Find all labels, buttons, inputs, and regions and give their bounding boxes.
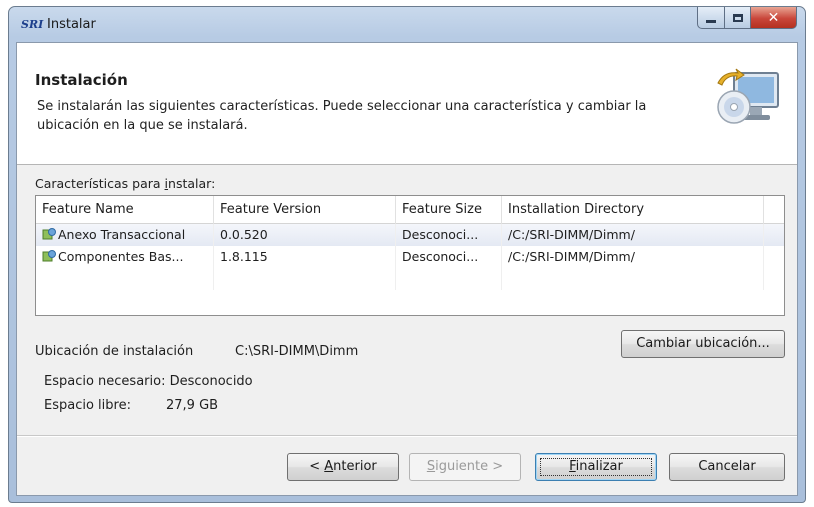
close-button[interactable]: ✕ xyxy=(751,7,797,29)
feature-directory-cell: /C:/SRI-DIMM/Dimm/ xyxy=(502,246,764,268)
window-controls: ✕ xyxy=(697,7,797,29)
column-header-installation-directory[interactable]: Installation Directory xyxy=(502,196,764,224)
minimize-icon xyxy=(706,20,716,23)
table-row-empty xyxy=(36,268,784,290)
column-header-feature-version[interactable]: Feature Version xyxy=(214,196,396,224)
page-description: Se instalarán las siguientes característ… xyxy=(37,99,647,133)
space-free-label: Espacio libre: xyxy=(44,398,131,413)
app-logo-icon: SRI xyxy=(21,18,44,31)
installer-computer-icon xyxy=(717,68,779,124)
feature-directory-cell: /C:/SRI-DIMM/Dimm/ xyxy=(502,224,764,246)
next-button[interactable]: Siguiente > xyxy=(409,453,521,481)
finish-button[interactable]: Finalizar xyxy=(535,453,657,481)
features-table[interactable]: Feature Name Feature Version Feature Siz… xyxy=(35,195,785,316)
page-title: Instalación xyxy=(35,71,128,89)
maximize-icon xyxy=(732,13,743,22)
column-header-feature-size[interactable]: Feature Size xyxy=(396,196,502,224)
feature-version-cell: 0.0.520 xyxy=(214,224,396,246)
feature-name-cell: Anexo Transaccional xyxy=(36,224,214,246)
installer-window: SRI Instalar ✕ Instalación Se instalarán… xyxy=(8,6,806,503)
column-header-feature-name[interactable]: Feature Name xyxy=(36,196,214,224)
space-needed-text: Espacio necesario: Desconocido xyxy=(44,374,253,389)
feature-package-icon xyxy=(42,228,56,240)
focus-rect xyxy=(540,458,652,476)
cancel-button[interactable]: Cancelar xyxy=(669,453,785,481)
header-banner: Instalación Se instalarán las siguientes… xyxy=(17,43,797,165)
install-location-value: C:\SRI-DIMM\Dimm xyxy=(235,344,359,359)
feature-size-cell: Desconoci... xyxy=(396,224,502,246)
window-title: Instalar xyxy=(47,17,96,32)
feature-version-cell: 1.8.115 xyxy=(214,246,396,268)
table-row[interactable]: Anexo Transaccional 0.0.520 Desconoci...… xyxy=(36,224,784,246)
minimize-button[interactable] xyxy=(697,7,725,29)
space-free-value: 27,9 GB xyxy=(166,398,219,413)
feature-name-cell: Componentes Bas... xyxy=(36,246,214,268)
maximize-button[interactable] xyxy=(725,7,751,29)
close-icon: ✕ xyxy=(767,9,780,26)
table-header: Feature Name Feature Version Feature Siz… xyxy=(36,196,784,224)
dialog-body: Instalación Se instalarán las siguientes… xyxy=(16,42,798,496)
install-location-label: Ubicación de instalación xyxy=(35,344,194,359)
features-list-label: Características para instalar: xyxy=(35,176,216,191)
footer-divider xyxy=(17,435,797,437)
feature-size-cell: Desconoci... xyxy=(396,246,502,268)
change-location-button[interactable]: Cambiar ubicación... xyxy=(621,330,785,358)
feature-package-icon xyxy=(42,250,56,262)
back-button[interactable]: < Anterior xyxy=(287,453,399,481)
title-bar[interactable]: SRI Instalar ✕ xyxy=(9,7,805,45)
table-row[interactable]: Componentes Bas... 1.8.115 Desconoci... … xyxy=(36,246,784,268)
